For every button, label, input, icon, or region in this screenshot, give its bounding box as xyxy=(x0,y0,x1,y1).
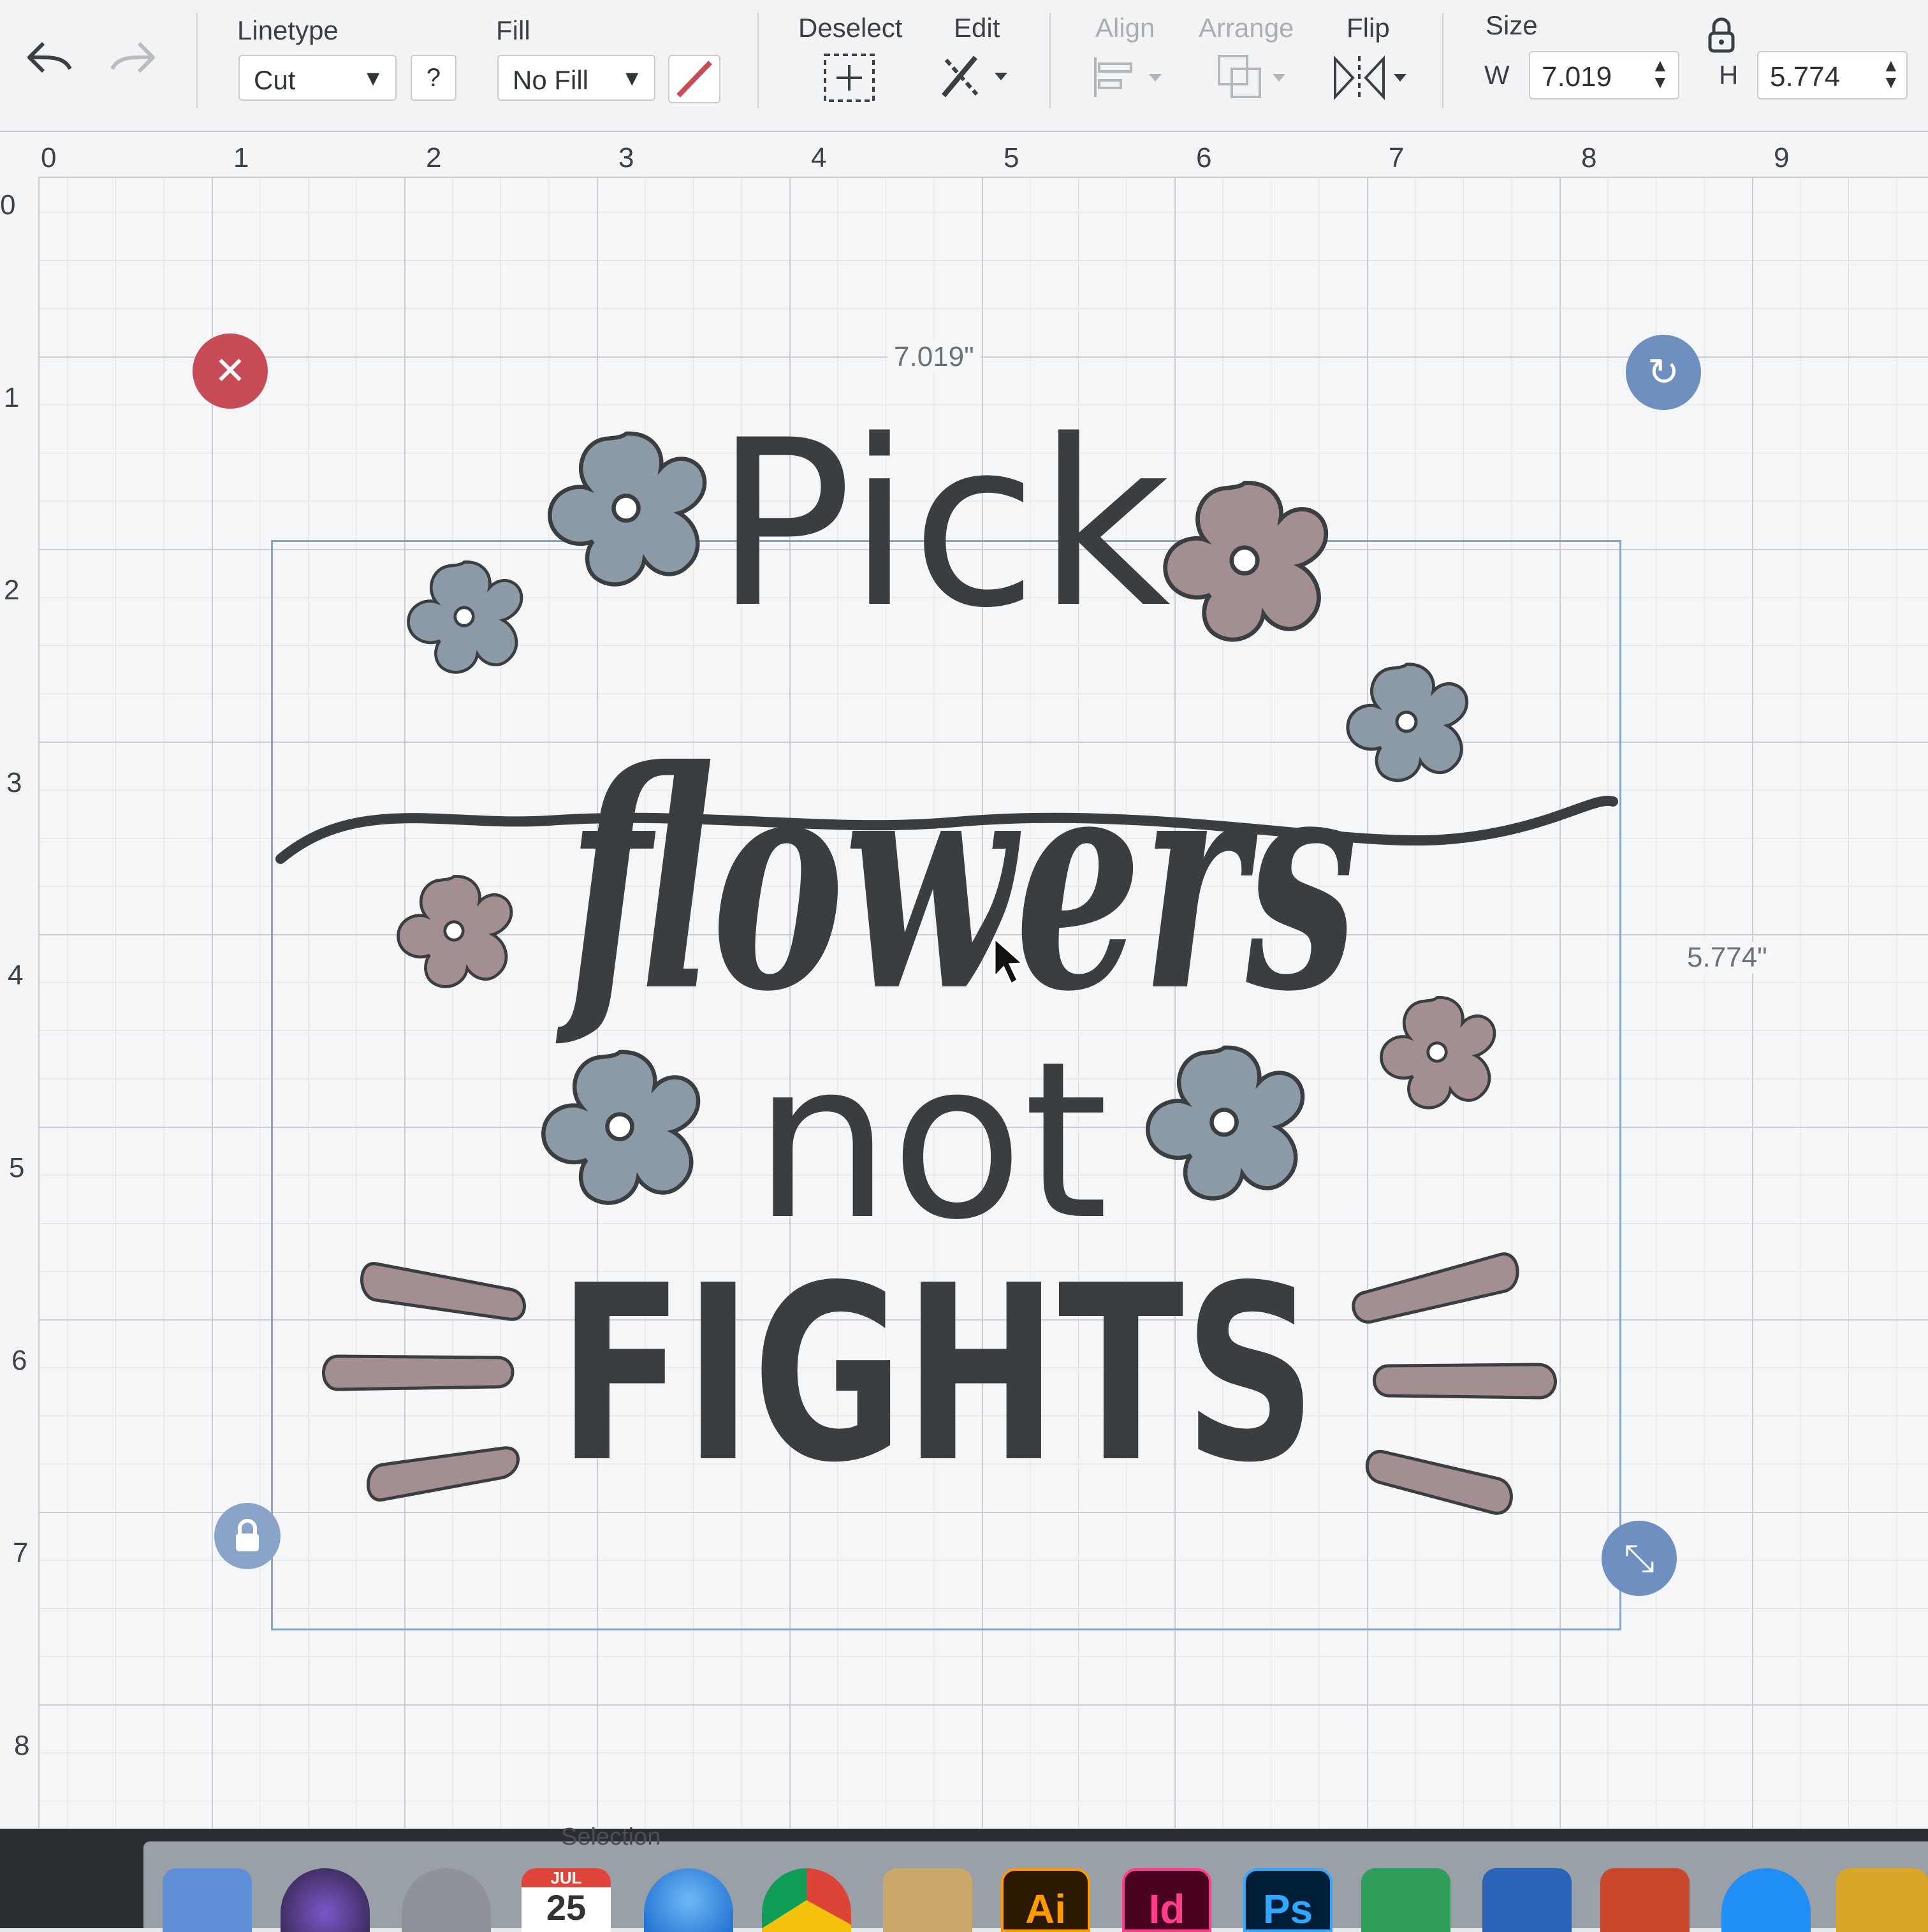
flower-mauve-large xyxy=(1165,483,1326,640)
toolbar-separator xyxy=(1049,13,1051,108)
calendar-day: 25 xyxy=(546,1887,587,1928)
toolbar-separator xyxy=(1442,13,1443,108)
width-value: 7.019 xyxy=(1542,61,1612,92)
linetype-help-button[interactable]: ? xyxy=(411,55,456,101)
word-icon[interactable] xyxy=(1482,1868,1572,1932)
toolbar-separator xyxy=(196,13,198,108)
macos-dock: JUL 25 Ai Id Ps xyxy=(0,1829,1928,1932)
align-icon[interactable] xyxy=(1090,55,1167,99)
fill-select[interactable]: No Fill ▼ xyxy=(497,55,655,101)
flower-blue-large xyxy=(550,434,705,585)
calendar-icon[interactable]: JUL 25 xyxy=(522,1868,611,1932)
align-label: Align xyxy=(1095,13,1155,43)
linetype-label: Linetype xyxy=(237,15,339,45)
illustrator-icon[interactable]: Ai xyxy=(1001,1868,1090,1932)
redo-icon[interactable] xyxy=(107,38,158,77)
design-text-flowers: flowers xyxy=(555,705,1358,1057)
flower-blue-bottom-right xyxy=(1148,1048,1303,1199)
design-text-pick: Pick xyxy=(714,391,1171,658)
flip-icon[interactable] xyxy=(1330,52,1413,103)
toolbar-separator xyxy=(757,13,759,108)
chevron-down-icon: ▼ xyxy=(621,66,643,91)
zoom-level: 100% xyxy=(135,1822,210,1828)
size-label: Size xyxy=(1486,10,1538,40)
dock-tooltip-peek: Selection xyxy=(561,1824,661,1850)
toolbar: Linetype Cut ▼ ? Fill No Fill ▼ Deselect… xyxy=(0,0,1928,132)
powerpoint-icon[interactable] xyxy=(1600,1868,1690,1932)
linetype-value: Cut xyxy=(254,65,296,95)
finder-icon[interactable] xyxy=(163,1868,252,1932)
design-text-not: not xyxy=(754,1015,1109,1268)
edit-tools-icon[interactable] xyxy=(937,51,1020,102)
flower-blue-right xyxy=(1348,664,1467,780)
zoom-control: ⊖ 100% ⊕ xyxy=(102,1822,242,1828)
excel-icon[interactable] xyxy=(1361,1868,1450,1932)
edit-label: Edit xyxy=(954,13,1000,43)
accent-bars-left xyxy=(322,1262,526,1502)
flower-mauve-right xyxy=(1382,997,1494,1108)
design-artwork[interactable]: Pick flowers not FIGHTS xyxy=(0,132,1928,1828)
lock-proportions-icon[interactable] xyxy=(1706,17,1737,54)
calendar-month: JUL xyxy=(522,1868,611,1887)
flip-label: Flip xyxy=(1347,13,1390,43)
arrange-label: Arrange xyxy=(1199,13,1294,43)
flower-blue-bottom-left xyxy=(543,1052,698,1203)
indesign-icon[interactable]: Id xyxy=(1122,1868,1211,1932)
chevron-down-icon: ▼ xyxy=(362,66,384,91)
design-text-fights: FIGHTS xyxy=(558,1233,1317,1516)
photoshop-icon[interactable]: Ps xyxy=(1243,1868,1333,1932)
deselect-icon[interactable] xyxy=(822,52,876,103)
misc-app-icon[interactable] xyxy=(1836,1868,1928,1932)
height-stepper[interactable]: ▲ ▼ xyxy=(1882,57,1900,91)
height-label: H xyxy=(1719,60,1739,90)
zoom-out-button[interactable]: ⊖ xyxy=(102,1822,127,1828)
flower-mauve-left xyxy=(398,876,511,986)
design-canvas[interactable]: 0 1 2 3 4 5 6 7 8 9 0 1 2 3 4 5 6 7 8 7.… xyxy=(0,132,1928,1828)
height-value: 5.774 xyxy=(1770,61,1841,92)
notes-app-icon[interactable] xyxy=(883,1868,972,1932)
fill-value: No Fill xyxy=(513,65,589,95)
no-fill-slash-icon xyxy=(676,61,712,98)
deselect-label: Deselect xyxy=(798,13,903,43)
arrange-icon[interactable] xyxy=(1215,52,1292,103)
zoom-in-button[interactable]: ⊕ xyxy=(218,1822,243,1828)
fill-label: Fill xyxy=(496,15,530,45)
fill-color-swatch[interactable] xyxy=(668,55,720,103)
linetype-select[interactable]: Cut ▼ xyxy=(238,55,397,101)
flower-blue-small xyxy=(409,562,522,672)
undo-icon[interactable] xyxy=(24,38,75,77)
width-stepper[interactable]: ▲ ▼ xyxy=(1651,57,1669,91)
accent-bars-right xyxy=(1352,1252,1557,1515)
width-label: W xyxy=(1484,60,1510,90)
